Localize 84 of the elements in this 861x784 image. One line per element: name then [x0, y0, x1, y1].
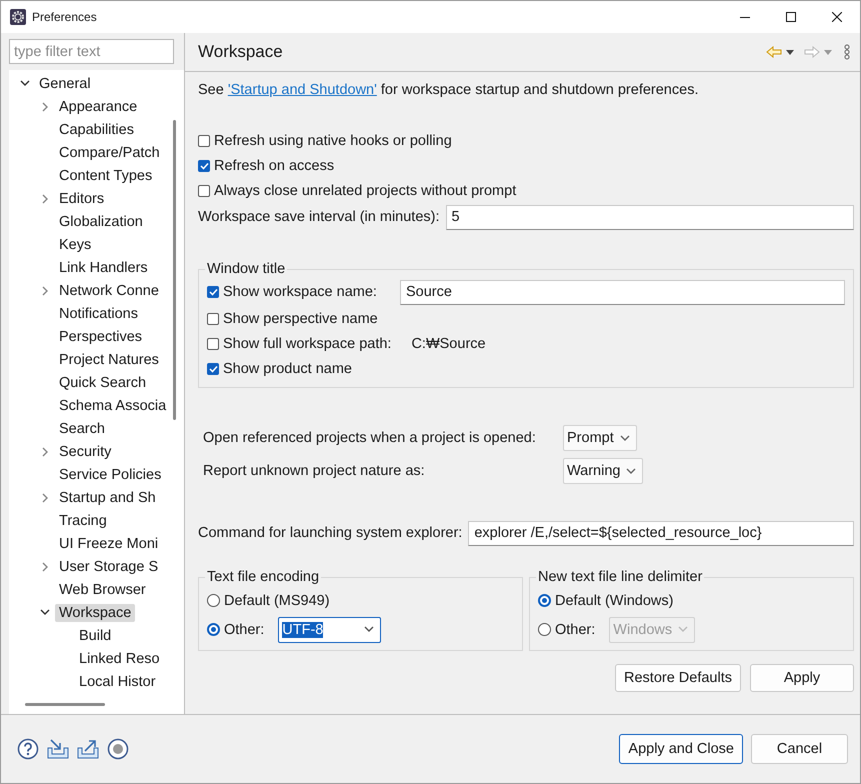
tree-item[interactable]: Capabilities [55, 120, 138, 138]
radio-button[interactable] [207, 594, 220, 607]
record-icon[interactable] [107, 738, 129, 760]
dialog-button[interactable]: Apply and Close [619, 734, 743, 764]
checkbox[interactable] [207, 286, 219, 298]
tree-item[interactable]: Tracing [55, 512, 111, 530]
tree-item[interactable]: User Storage S [55, 558, 162, 576]
dropdown-arrow-icon[interactable] [786, 50, 794, 54]
filter-field[interactable]: type filter text [9, 39, 174, 64]
tree-item[interactable]: Quick Search [55, 374, 150, 392]
checkbox[interactable] [207, 312, 219, 324]
tree-item[interactable]: Content Types [55, 166, 156, 184]
combo-label: Report unknown project nature as: [203, 463, 426, 479]
checkbox-label: Always close unrelated projects without prompt [214, 182, 516, 198]
field-label: Command for launching system explorer: [198, 525, 462, 541]
checkbox[interactable] [207, 362, 219, 374]
intro-text: See 'Startup and Shutdown' for workspace startup and shutdown preferences. [198, 82, 700, 98]
tree-item[interactable]: Link Handlers [55, 258, 152, 276]
chevron-down-icon [620, 434, 630, 442]
tree-item[interactable]: UI Freeze Moni [55, 534, 162, 552]
chevron-down-icon [364, 626, 374, 633]
tree-item[interactable]: Schema Associa [55, 396, 170, 414]
workspace-path: C:₩Source [411, 336, 486, 352]
help-icon[interactable] [17, 738, 39, 760]
tree-item[interactable]: Security [55, 442, 116, 460]
tree-item[interactable]: Workspace [55, 604, 136, 622]
radio-button[interactable] [207, 623, 220, 636]
tree-item[interactable]: Project Natures [55, 350, 163, 368]
tree-item[interactable]: Globalization [55, 212, 147, 230]
tree-item[interactable]: Perspectives [55, 328, 146, 346]
dialog-button[interactable]: Restore Defaults [615, 664, 741, 692]
gear-icon [10, 9, 26, 25]
tree-item[interactable]: Editors [55, 190, 108, 208]
chevron-down-icon [678, 626, 688, 633]
combo-label: Open referenced projects when a project is opened: [203, 430, 537, 446]
group-title: Text file encoding [205, 569, 322, 585]
tree-item[interactable]: Compare/Patch [55, 144, 164, 162]
dialog-button[interactable]: Apply [750, 664, 854, 692]
chevron-down-icon [626, 468, 636, 474]
checkbox-label: Refresh on access [214, 158, 334, 174]
tree-item[interactable]: Appearance [55, 98, 142, 116]
tree-item[interactable]: General [35, 74, 95, 92]
checkbox[interactable] [207, 338, 219, 350]
tree-item[interactable]: Startup and Sh [55, 488, 160, 506]
radio-button[interactable] [538, 594, 551, 607]
radio-label: Default (Windows) [555, 592, 674, 608]
window-title: Preferences [32, 10, 98, 24]
save-interval-field[interactable]: 5 [446, 204, 854, 230]
checkbox-label: Show product name [223, 360, 352, 376]
tree-item[interactable]: Service Policies [55, 466, 166, 484]
field-label: Workspace save interval (in minutes): [198, 209, 440, 225]
dropdown[interactable]: UTF-8 [278, 616, 382, 642]
tree-item[interactable]: Web Browser [55, 580, 150, 598]
dropdown[interactable]: Prompt [563, 425, 637, 451]
chevron-down-icon [40, 609, 50, 616]
scrollbar-thumb[interactable] [25, 703, 105, 706]
scrollbar-thumb[interactable] [173, 120, 176, 420]
checkbox[interactable] [198, 184, 210, 196]
explorer-command-field[interactable]: explorer /E,/select=${selected_resource_loc} [468, 520, 854, 546]
dropdown[interactable]: Warning [563, 458, 644, 484]
checkbox-label: Show perspective name [223, 310, 378, 326]
radio-label: Other: [224, 622, 264, 638]
export-icon[interactable] [77, 739, 99, 759]
chevron-down-icon [20, 80, 30, 87]
checkbox-label: Show full workspace path: [223, 336, 392, 352]
dialog-button[interactable]: Cancel [751, 734, 848, 764]
tree-item[interactable]: Keys [55, 236, 96, 254]
checkbox-label: Show workspace name: [223, 284, 377, 300]
tree-item[interactable]: Search [55, 420, 109, 438]
page-title: Workspace [198, 42, 284, 62]
radio-label: Default (MS949) [224, 592, 330, 608]
tree-item[interactable]: Build [75, 626, 116, 644]
checkbox[interactable] [198, 134, 210, 146]
import-icon[interactable] [47, 739, 69, 759]
more-icon[interactable] [844, 44, 850, 60]
radio-label: Other: [555, 622, 596, 638]
startup-shutdown-link[interactable]: 'Startup and Shutdown' [228, 82, 377, 98]
tree-item[interactable]: Local Histor [75, 672, 160, 690]
checkbox-label: Refresh using native hooks or polling [214, 132, 452, 148]
checkbox[interactable] [198, 160, 210, 172]
tree-item[interactable]: Notifications [55, 304, 142, 322]
tree-item[interactable]: Linked Reso [75, 650, 164, 668]
workspace-name-field[interactable]: Source [400, 280, 845, 304]
tree-item[interactable]: Network Conne [55, 282, 163, 300]
